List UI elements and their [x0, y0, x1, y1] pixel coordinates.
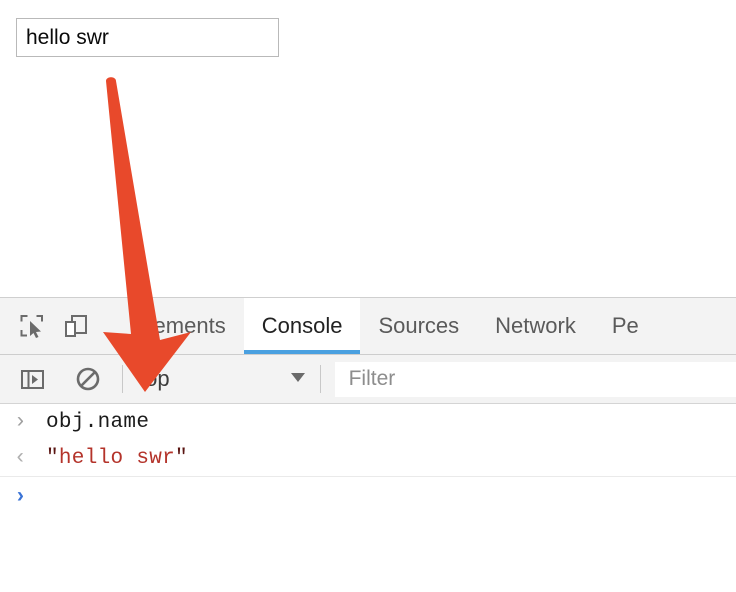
inspect-element-icon[interactable]	[10, 304, 54, 348]
tab-network-label: Network	[495, 313, 576, 338]
console-output-value: "hello swr"	[46, 447, 188, 470]
tab-elements-label: Elements	[134, 313, 226, 338]
tab-sources-label: Sources	[378, 313, 460, 338]
console-output-prompt-icon: ‹	[14, 446, 27, 470]
devtools-tab-list: Elements Console Sources Network Pe	[116, 298, 736, 354]
device-toolbar-icon[interactable]	[54, 304, 98, 348]
string-value: hello swr	[58, 446, 176, 470]
console-active-prompt-icon: ›	[14, 485, 27, 509]
clear-console-icon[interactable]	[68, 359, 108, 399]
console-input-row[interactable]: › obj.name	[0, 404, 736, 440]
devtools-tabbar: Elements Console Sources Network Pe	[0, 298, 736, 355]
web-page-area	[0, 0, 736, 297]
tab-sources[interactable]: Sources	[360, 298, 477, 354]
tab-console[interactable]: Console	[243, 298, 361, 354]
devtools-panel: Elements Console Sources Network Pe top …	[0, 297, 736, 592]
execution-context-caret-box[interactable]	[170, 370, 320, 389]
console-input-prompt-icon: ›	[14, 410, 27, 434]
console-input-expression: obj.name	[46, 410, 150, 434]
execution-context-selector[interactable]: top	[123, 355, 170, 403]
console-filter-bar: top	[0, 355, 736, 404]
console-active-prompt-row[interactable]: ›	[0, 477, 736, 517]
console-message-list: › obj.name ‹ "hello swr" ›	[0, 404, 736, 517]
tab-network[interactable]: Network	[477, 298, 594, 354]
tab-performance[interactable]: Pe	[594, 298, 657, 354]
console-filter-input[interactable]	[334, 361, 736, 397]
string-close-quote: "	[175, 446, 188, 470]
tab-performance-label: Pe	[611, 313, 639, 338]
toolbar-divider-2	[319, 365, 321, 393]
console-sidebar-toggle-icon[interactable]	[12, 359, 52, 399]
console-output-row[interactable]: ‹ "hello swr"	[0, 440, 736, 476]
name-text-input[interactable]	[16, 18, 279, 57]
tab-console-label: Console	[261, 313, 343, 338]
tab-elements[interactable]: Elements	[116, 298, 244, 354]
string-open-quote: "	[46, 446, 59, 470]
chevron-down-icon	[288, 370, 308, 389]
execution-context-label: top	[139, 366, 170, 391]
